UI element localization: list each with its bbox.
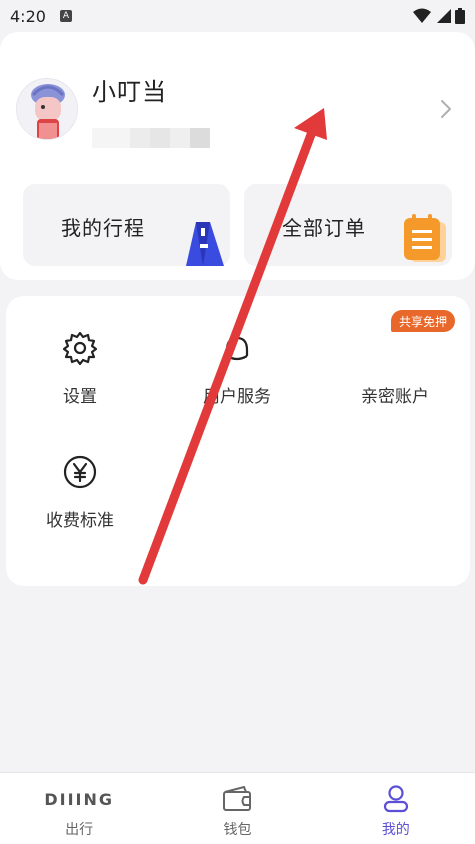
bottom-nav: DIIING 出行 钱包 我的 [0,772,475,844]
wallet-icon [223,786,252,811]
all-orders-card[interactable]: 全部订单 [244,184,452,266]
promo-badge: 共享免押 [391,310,456,332]
nav-mine-label: 我的 [381,822,410,838]
nav-travel-label: 出行 [65,822,94,838]
settings-item[interactable]: 设置 [5,330,155,407]
status-bar: 4:20 A [0,0,475,32]
all-orders-label: 全部订单 [282,216,366,240]
notification-icon: A [59,10,72,22]
family-account-item[interactable]: 亲密账户 [320,330,470,407]
masked-phone [92,128,210,148]
profile-name[interactable]: 小叮当 [92,72,167,107]
nav-travel[interactable]: DIIING 出行 [0,773,158,844]
wifi-icon [413,8,431,23]
battery-icon [455,8,465,24]
avatar-character-icon [17,79,77,139]
user-service-label: 用户服务 [203,387,271,407]
status-indicators [413,8,465,24]
brand-logo-text: DIIING [44,789,114,809]
my-trips-card[interactable]: 我的行程 [23,184,230,266]
user-service-item[interactable]: 用户服务 [162,330,312,407]
family-icon [377,330,413,366]
chevron-right-icon[interactable] [439,98,453,120]
my-trips-label: 我的行程 [61,216,145,240]
pricing-label: 收费标准 [46,511,114,531]
user-icon [383,785,408,813]
brand-logo: DIIING [44,785,114,813]
headset-icon [225,336,249,361]
avatar[interactable] [16,78,78,140]
nav-wallet[interactable]: 钱包 [158,773,316,844]
pricing-item[interactable]: 收费标准 [5,454,155,531]
clipboard-icon [404,214,446,262]
settings-label: 设置 [63,387,97,407]
signal-icon [437,9,451,23]
family-account-label: 亲密账户 [361,387,429,407]
gear-icon [62,331,98,366]
nav-mine[interactable]: 我的 [317,773,475,844]
yen-icon [63,455,97,489]
status-time: 4:20 [10,6,46,26]
road-icon [186,222,224,266]
nav-wallet-label: 钱包 [223,822,252,838]
